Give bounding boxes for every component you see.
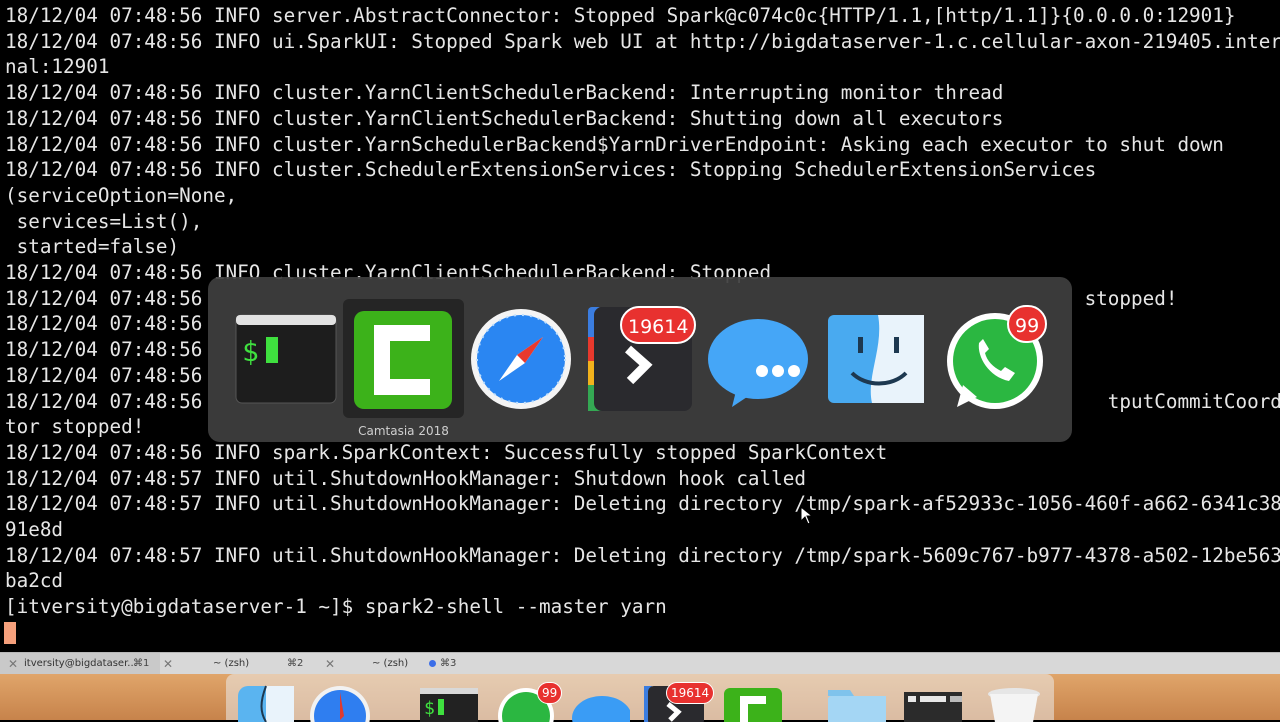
terminal-line: nal:12901: [5, 55, 110, 79]
terminal-tab-bar: ✕ itversity@bigdataser... ⌘1 ✕ ~ (zsh) ⌘…: [0, 652, 1280, 675]
terminal-line: 18/12/04 07:48:57 INFO util.ShutdownHook…: [5, 543, 1280, 567]
terminal-line: 18/12/04 07:48:57 INFO util.ShutdownHook…: [5, 466, 806, 490]
switcher-selected-label: Camtasia 2018: [358, 424, 449, 438]
terminal-line: 91e8d: [5, 518, 64, 541]
terminal-line: 18/12/04 07:48:56: [5, 338, 203, 362]
dock-finder-icon[interactable]: [236, 682, 296, 722]
tab-3-label[interactable]: ~ (zsh): [372, 653, 408, 675]
dock-messages-icon[interactable]: [570, 682, 630, 722]
terminal-line: 18/12/04 07:48:56: [5, 363, 203, 387]
switcher-prompt-app-badge: 19614: [620, 306, 697, 344]
switcher-finder-icon[interactable]: [826, 307, 930, 411]
tab-2-label[interactable]: ~ (zsh): [213, 653, 249, 675]
tab-3-close-icon[interactable]: ✕: [325, 653, 335, 675]
svg-text:$: $: [424, 698, 435, 719]
switcher-terminal-icon[interactable]: $: [234, 307, 338, 411]
dock-camtasia-icon[interactable]: [722, 682, 782, 722]
dock-terminal-icon[interactable]: $: [418, 682, 478, 722]
activity-dot-icon: [429, 659, 436, 667]
terminal-cursor: [4, 622, 16, 644]
tab-1-label[interactable]: itversity@bigdataser...: [24, 653, 137, 675]
terminal-line: 18/12/04 07:48:56 INFO ui.SparkUI: Stopp…: [5, 29, 1280, 53]
dock-trash-icon[interactable]: [984, 682, 1044, 722]
terminal-line: 18/12/04 07:48:56 INFO server.AbstractCo…: [5, 4, 1236, 27]
tab-2-shortcut: ⌘2: [287, 658, 304, 669]
tab-1-shortcut: ⌘1: [133, 658, 150, 669]
terminal-line: 18/12/04 07:48:56 INFO cluster.Scheduler…: [5, 158, 1097, 182]
switcher-safari-icon[interactable]: [469, 307, 573, 411]
dock-whatsapp-badge: 99: [537, 682, 563, 704]
terminal-line: 18/12/04 07:48:56 INFO cluster.YarnSched…: [5, 132, 1224, 156]
terminal-line: 18/12/04 07:48:56 INFO spark.SparkContex…: [5, 440, 888, 464]
dock-prompt-app-badge: 19614: [666, 682, 715, 704]
tab-1-close-icon[interactable]: ✕: [8, 653, 18, 675]
dock-safari-icon[interactable]: [310, 682, 370, 722]
dock-folder-icon[interactable]: [826, 682, 886, 722]
switcher-whatsapp-badge: 99: [1007, 305, 1048, 343]
terminal-line: ba2cd: [5, 569, 64, 593]
terminal-line: [itversity@bigdataserver-1 ~]$ spark2-sh…: [5, 595, 667, 619]
dock-screen-app-icon[interactable]: [902, 682, 962, 722]
terminal-line: 18/12/04 07:48:56: [5, 312, 203, 336]
tab-3-shortcut: ⌘3: [429, 653, 456, 675]
terminal-line: (serviceOption=None,: [5, 183, 238, 207]
switcher-messages-icon[interactable]: [706, 307, 810, 411]
terminal-line: services=List(),: [5, 209, 203, 233]
terminal-line: 18/12/04 07:48:57 INFO util.ShutdownHook…: [5, 492, 1280, 516]
svg-text:$: $: [242, 335, 259, 368]
terminal-line: started=false): [5, 235, 180, 259]
terminal-line: 18/12/04 07:48:56 INFO cluster.YarnClien…: [5, 106, 1004, 130]
tab-3-shortcut-text: ⌘3: [440, 658, 457, 669]
switcher-camtasia-icon[interactable]: [352, 307, 456, 411]
mouse-pointer-icon: [800, 506, 814, 525]
terminal-line: 18/12/04 07:48:56 INFO cluster.YarnClien…: [5, 81, 1004, 105]
tab-2-close-icon[interactable]: ✕: [163, 653, 173, 675]
terminal-line: tor stopped!: [5, 415, 145, 439]
